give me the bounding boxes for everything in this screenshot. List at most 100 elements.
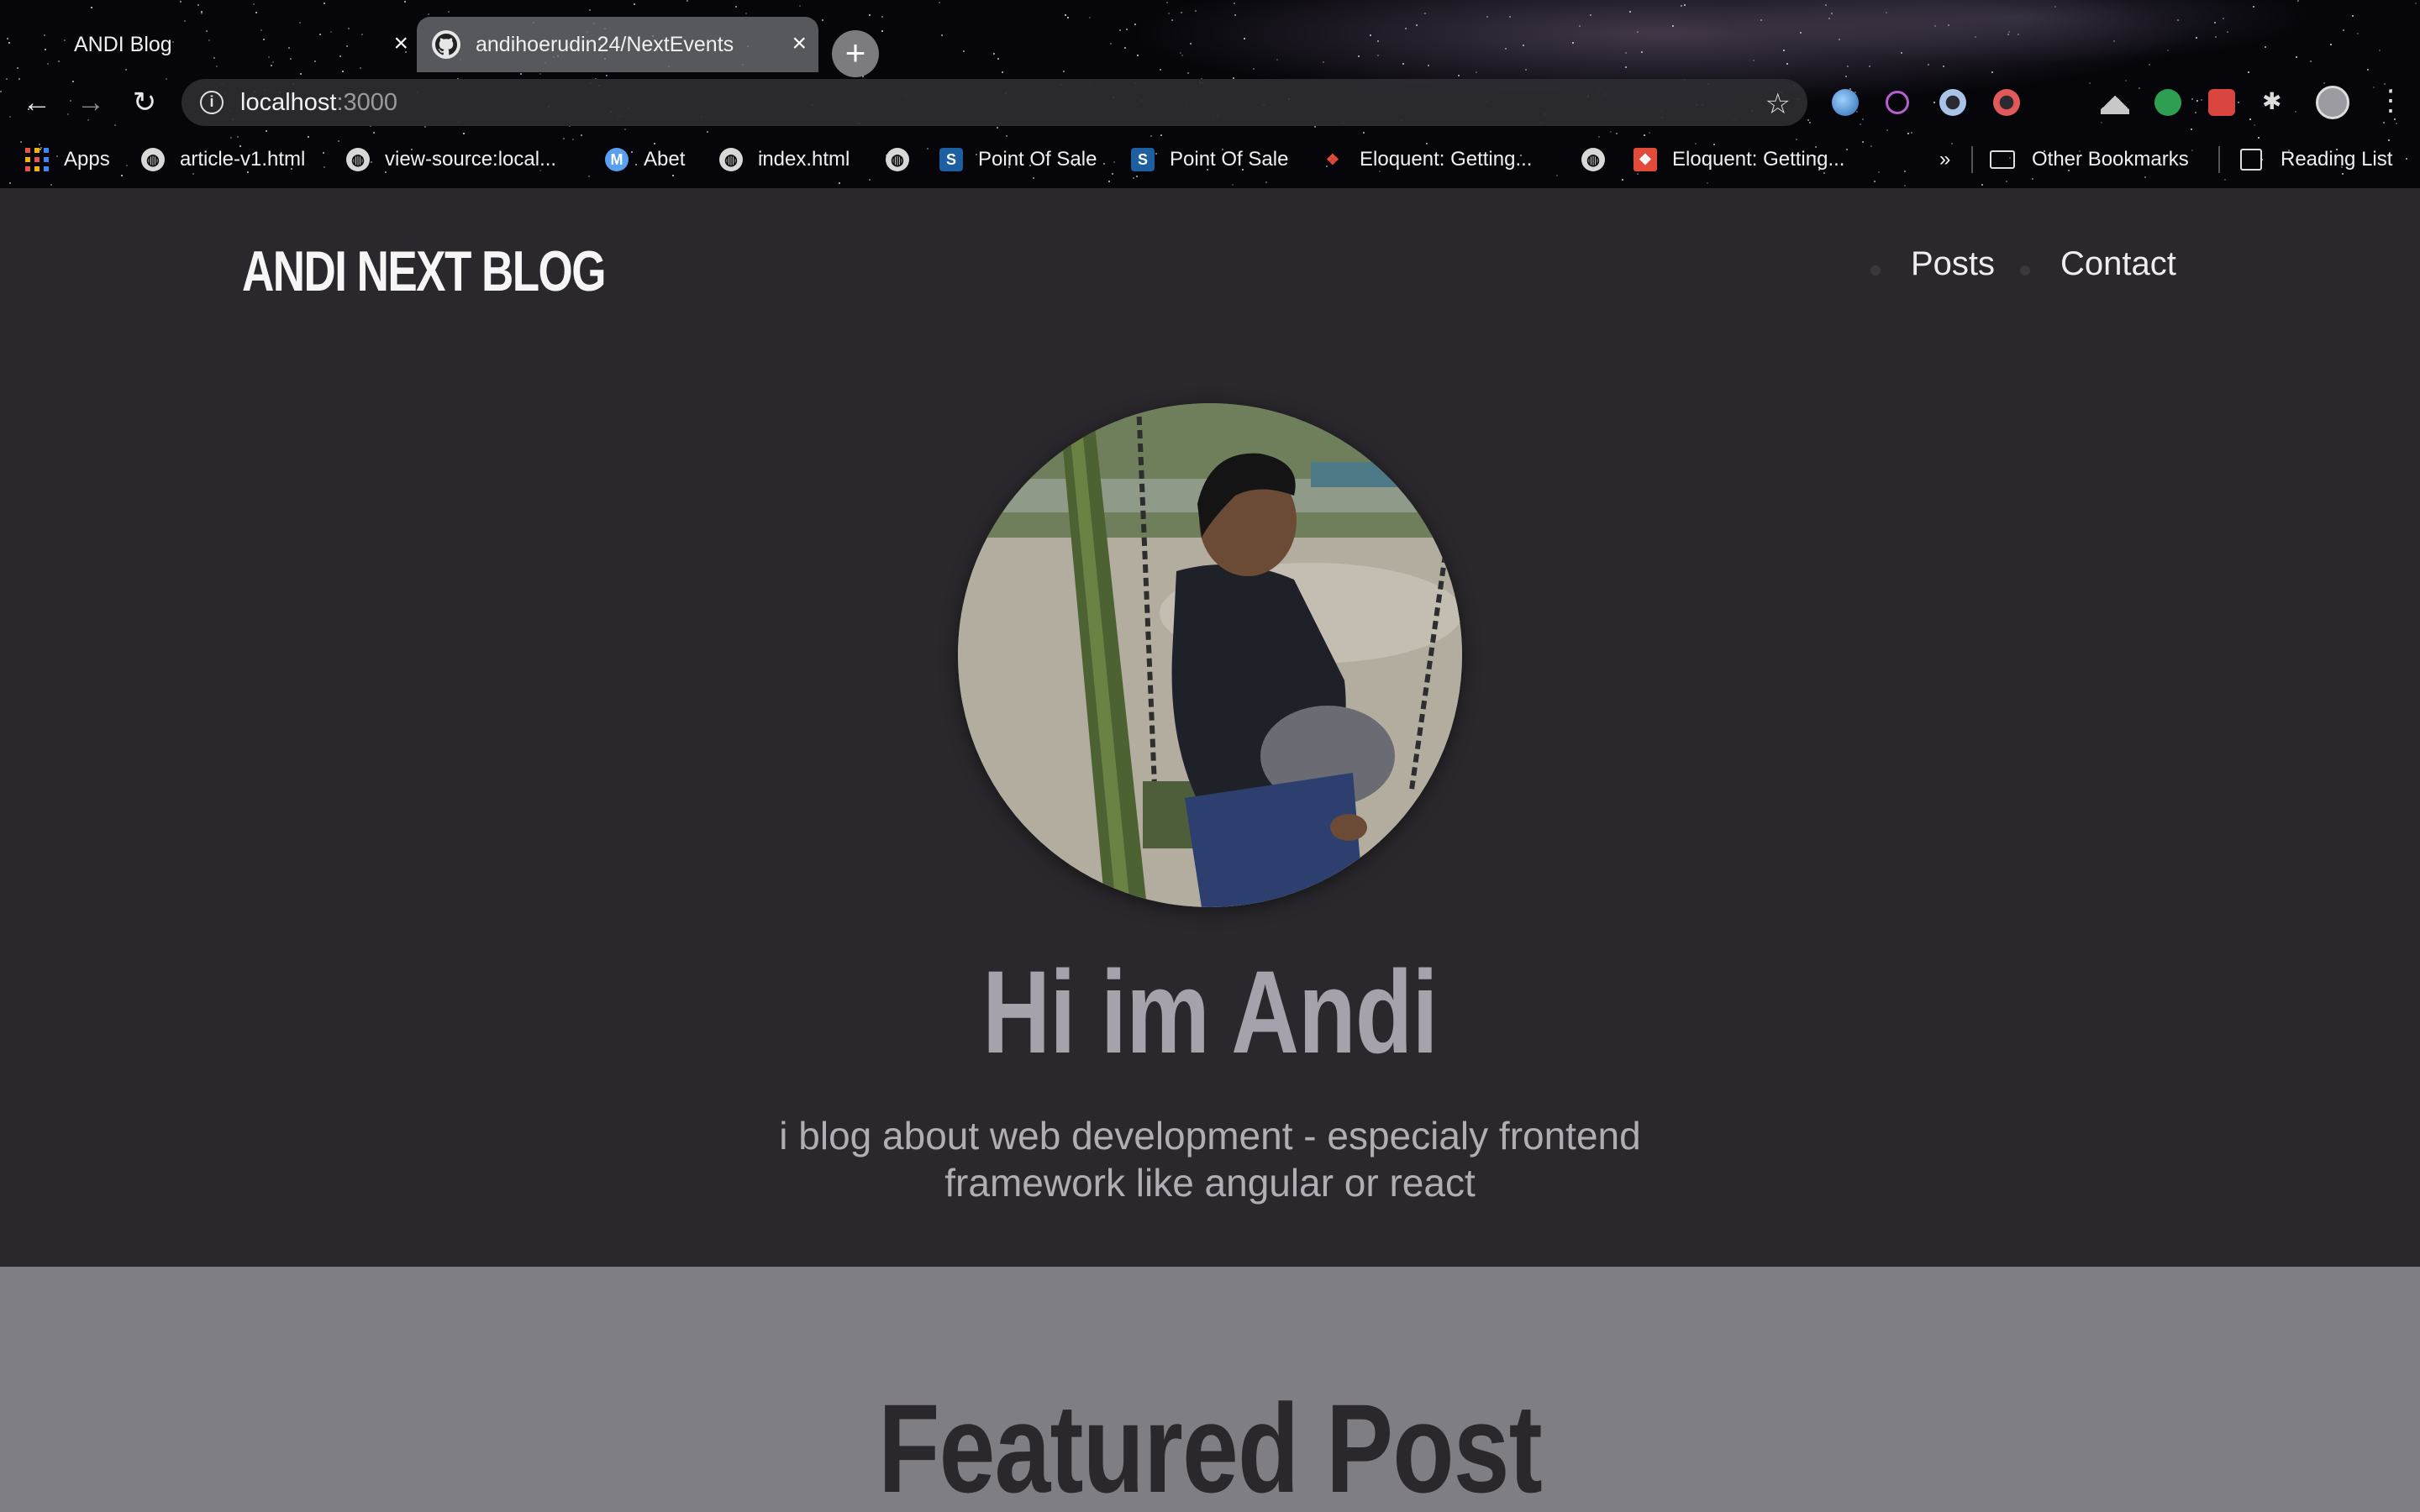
page-content: ANDI NEXT BLOG Posts Contact Hi im Andi …: [0, 188, 2420, 1512]
bookmark-label: view-source:local...: [385, 148, 557, 171]
star-dot: [1707, 182, 1709, 185]
bookmark-point-of-sale-2[interactable]: S Point Of Sale: [1131, 141, 1288, 178]
star-dot: [50, 183, 52, 186]
hero-subtitle: i blog about web development - especialy…: [706, 1112, 1714, 1206]
bookmark-label: article-v1.html: [180, 148, 306, 171]
profile-avatar[interactable]: [2316, 86, 2349, 119]
bookmark-point-of-sale-1[interactable]: S Point Of Sale: [939, 141, 1097, 178]
avatar-icon: M: [605, 148, 629, 171]
url-host: localhost: [240, 88, 337, 116]
star-dot: [1886, 129, 1889, 131]
reload-icon[interactable]: ↻: [126, 84, 163, 121]
tab-next-events[interactable]: andihoerudin24/NextEvents ×: [417, 17, 818, 72]
bookmark-index[interactable]: ◍ index.html: [719, 141, 850, 178]
site-logo[interactable]: ANDI NEXT BLOG: [242, 239, 607, 304]
nav-bullet: [2020, 265, 2030, 276]
star-dot: [839, 181, 841, 184]
star-dot: [1598, 136, 1601, 139]
bookmark-eloquent-2[interactable]: ❖ Eloquent: Getting...: [1634, 141, 1844, 178]
bookmark-label: index.html: [758, 148, 850, 171]
star-dot: [448, 10, 450, 13]
star-dot: [1265, 181, 1267, 183]
bookmark-abet[interactable]: M Abet: [605, 141, 685, 178]
extension-red-ring-icon[interactable]: [1993, 89, 2020, 116]
bookmark-label: Point Of Sale: [978, 148, 1097, 171]
bookmark-label: Apps: [64, 148, 110, 171]
star-dot: [1108, 180, 1111, 182]
star-dot: [1824, 4, 1827, 7]
laravel-icon: ❖: [1325, 151, 1340, 168]
star-dot: [252, 3, 255, 5]
star-dot: [265, 129, 267, 132]
tab-title: andihoerudin24/NextEvents: [476, 32, 734, 56]
extension-broadcast-icon[interactable]: [1886, 91, 1909, 114]
url-port: :3000: [336, 88, 398, 116]
star-dot: [1874, 180, 1876, 182]
close-tab-icon[interactable]: ×: [792, 30, 807, 57]
star-dot: [373, 131, 376, 134]
bookmark-globe-unnamed-2[interactable]: ◍: [1581, 141, 1620, 178]
star-dot: [1363, 131, 1365, 134]
star-dot: [1911, 132, 1913, 134]
star-dot: [1796, 138, 1798, 140]
globe-icon: ◍: [719, 148, 743, 171]
star-dot: [230, 136, 233, 139]
bookmarks-overflow-chevron[interactable]: »: [1939, 141, 1950, 178]
extension-globe-icon[interactable]: [1832, 89, 1859, 116]
extension-red-square-icon[interactable]: [2208, 89, 2235, 116]
star-dot: [1233, 2, 1235, 4]
star-dot: [539, 72, 542, 75]
star-dot: [1644, 134, 1646, 137]
star-dot: [404, 0, 407, 3]
bookmark-eloquent-1[interactable]: ❖ Eloquent: Getting...: [1321, 141, 1533, 178]
star-dot: [869, 178, 871, 181]
star-dot: [1232, 184, 1234, 186]
star-dot: [735, 5, 737, 8]
bookmark-label: Point Of Sale: [1170, 148, 1289, 171]
extension-ring-icon[interactable]: [1939, 89, 1966, 116]
vue-devtools-icon[interactable]: [2101, 91, 2129, 114]
star-dot: [580, 134, 582, 137]
star-dot: [197, 3, 200, 6]
bookmark-star-icon[interactable]: ☆: [1765, 87, 1791, 121]
star-dot: [2297, 0, 2300, 3]
star-dot: [2054, 5, 2057, 8]
bookmark-article-v1[interactable]: ◍ article-v1.html: [141, 141, 305, 178]
bookmark-other-bookmarks[interactable]: Other Bookmarks: [1990, 141, 2189, 178]
new-tab-button[interactable]: +: [832, 30, 879, 77]
extensions-puzzle-icon[interactable]: ✱: [2262, 87, 2281, 115]
star-dot: [1194, 9, 1197, 12]
star-dot: [686, 0, 688, 2]
star-dot: [563, 138, 566, 140]
close-tab-icon[interactable]: ×: [393, 30, 408, 57]
bookmark-apps[interactable]: Apps: [25, 141, 110, 178]
featured-section: Featured Post: [0, 1267, 2420, 1512]
nav-link-posts[interactable]: Posts: [1911, 245, 1995, 283]
extension-green-icon[interactable]: [2154, 89, 2181, 116]
star-dot: [1981, 184, 1984, 186]
star-dot: [1621, 179, 1623, 181]
address-bar[interactable]: i localhost:3000 ☆: [182, 79, 1807, 126]
forward-arrow-icon[interactable]: →: [72, 84, 109, 121]
bookmark-view-source[interactable]: ◍ view-source:local...: [346, 141, 556, 178]
star-dot: [1629, 11, 1632, 13]
bookmark-reading-list[interactable]: Reading List: [2240, 141, 2392, 178]
bookmark-globe-unnamed[interactable]: ◍: [886, 141, 924, 178]
star-dot: [323, 2, 325, 4]
bookmark-label: Eloquent: Getting...: [1360, 148, 1533, 171]
back-arrow-icon[interactable]: ←: [18, 84, 55, 121]
reading-list-icon: [2240, 149, 2262, 171]
site-info-icon[interactable]: i: [200, 91, 224, 114]
tab-andi-blog[interactable]: ANDI Blog ×: [25, 17, 420, 72]
globe-icon: ◍: [346, 148, 370, 171]
browser-menu-icon[interactable]: ⋮: [2376, 84, 2405, 118]
nav-link-contact[interactable]: Contact: [2060, 245, 2176, 283]
star-dot: [308, 135, 310, 138]
star-dot: [201, 11, 203, 13]
star-dot: [939, 1, 941, 3]
nav-bullet: [1870, 265, 1881, 276]
star-dot: [1615, 133, 1618, 135]
tab-title: ANDI Blog: [74, 32, 172, 56]
star-dot: [589, 9, 592, 12]
star-dot: [2005, 180, 2007, 182]
